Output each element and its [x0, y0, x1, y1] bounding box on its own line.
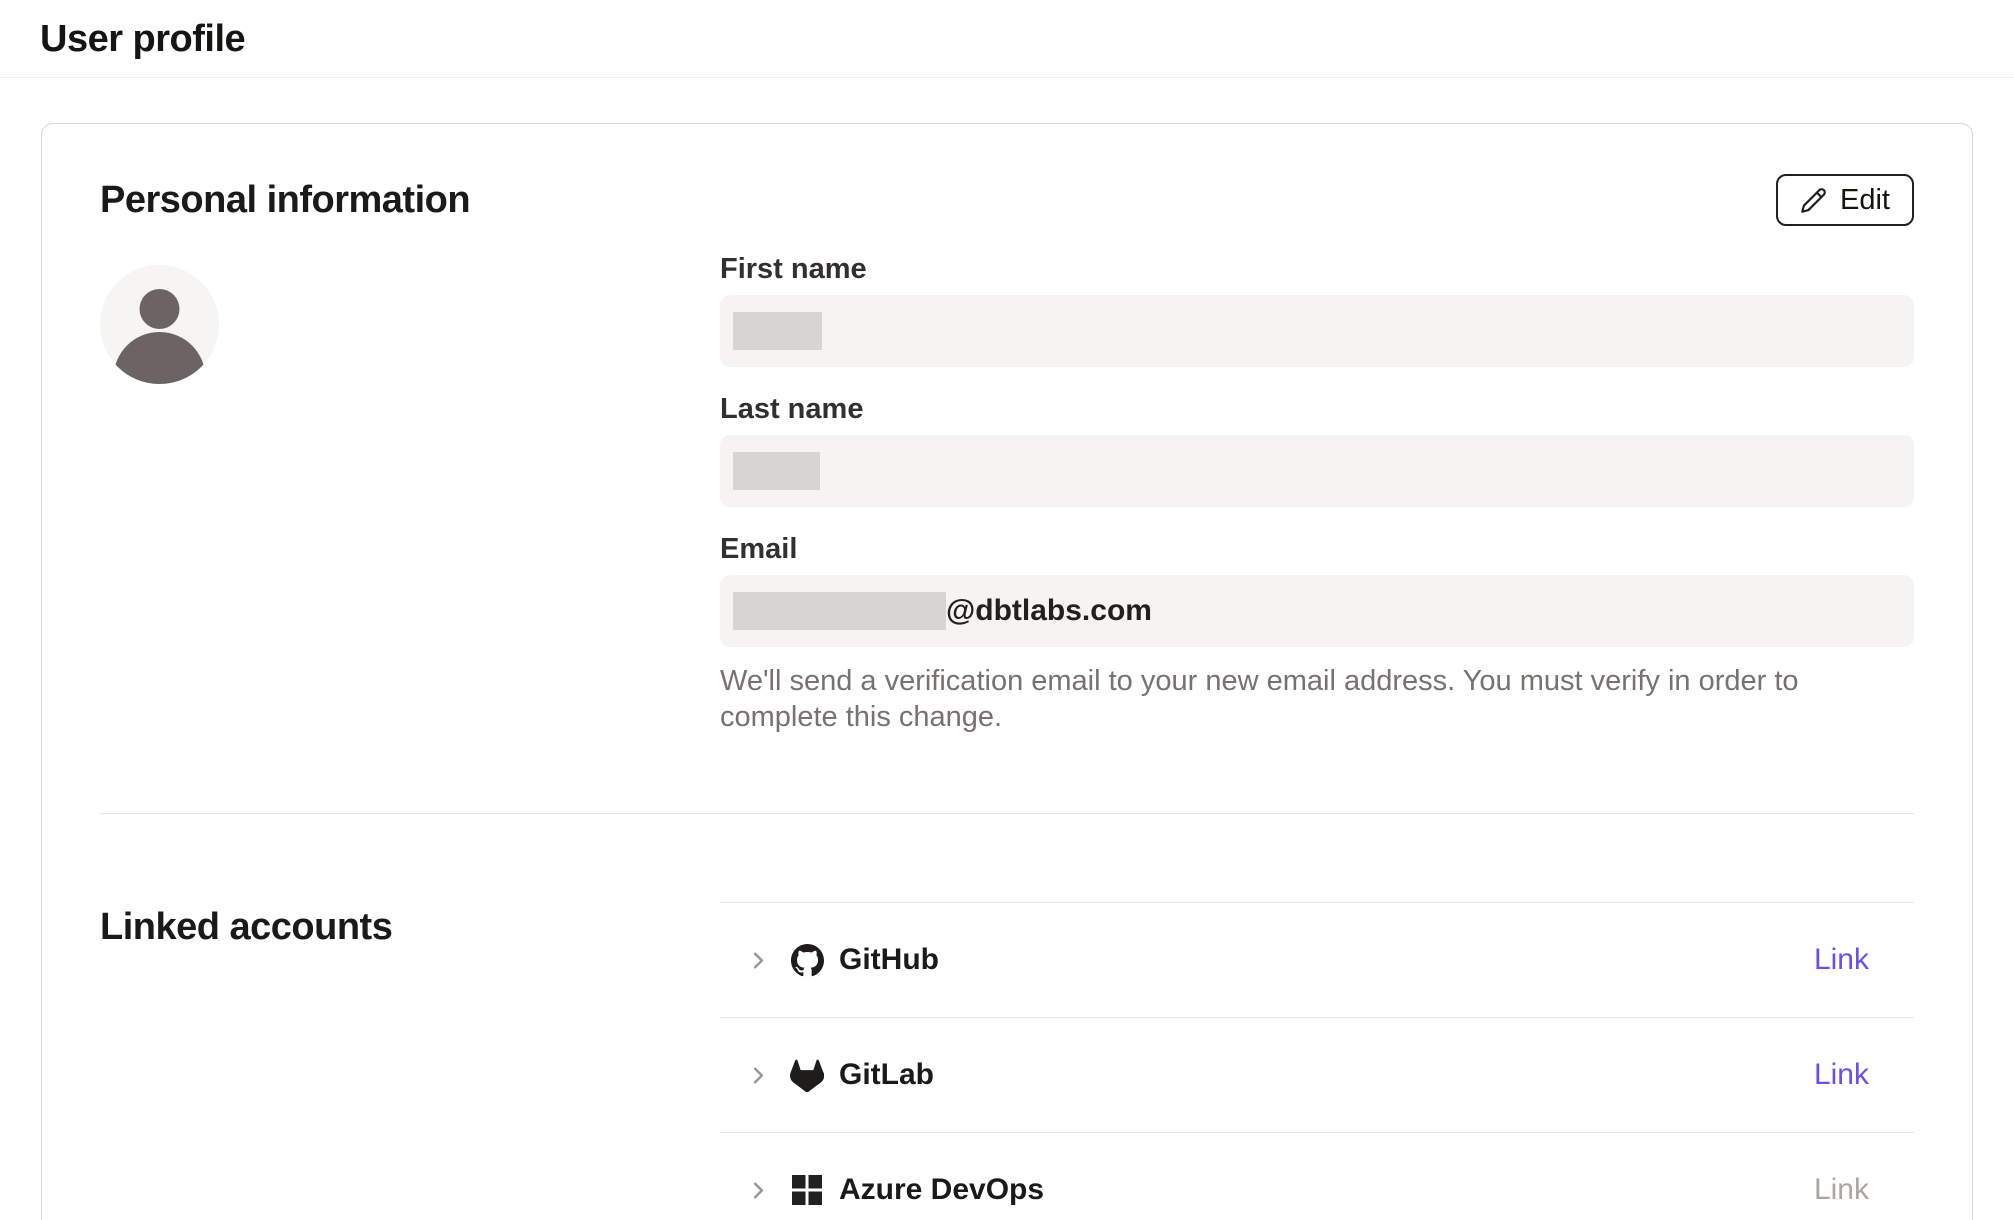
personal-info-body: First name Last name Email @dbtlabs.com … [100, 253, 1914, 735]
email-group: Email @dbtlabs.com We'll send a verifica… [720, 533, 1914, 735]
email-domain-suffix: @dbtlabs.com [946, 594, 1152, 628]
personal-info-header: Personal information Edit [100, 174, 1914, 226]
last-name-group: Last name [720, 393, 1914, 507]
section-divider [100, 813, 1914, 814]
page-header: User profile [0, 0, 2014, 78]
linked-accounts-list: GitHub Link GitLab Link [720, 902, 1914, 1220]
email-redacted-value [733, 592, 946, 630]
page-title: User profile [40, 15, 1974, 63]
azure-devops-icon [790, 1173, 824, 1207]
personal-info-heading: Personal information [100, 179, 470, 222]
chevron-right-icon[interactable] [745, 1062, 772, 1089]
chevron-right-icon[interactable] [745, 947, 772, 974]
first-name-group: First name [720, 253, 1914, 367]
github-icon [790, 943, 824, 977]
account-name: GitLab [839, 1058, 934, 1092]
first-name-redacted-value [733, 312, 822, 350]
gitlab-link-action[interactable]: Link [1814, 1058, 1869, 1092]
email-input[interactable]: @dbtlabs.com [720, 575, 1914, 647]
account-name: Azure DevOps [839, 1173, 1044, 1207]
personal-info-form: First name Last name Email @dbtlabs.com … [720, 253, 1914, 735]
azure-devops-link-action: Link [1814, 1173, 1869, 1207]
account-row-gitlab: GitLab Link [720, 1018, 1914, 1133]
profile-card: Personal information Edit [41, 123, 1973, 1220]
account-row-github: GitHub Link [720, 903, 1914, 1018]
last-name-redacted-value [733, 452, 820, 490]
edit-button[interactable]: Edit [1776, 174, 1914, 226]
linked-accounts-heading: Linked accounts [100, 906, 720, 949]
github-link-action[interactable]: Link [1814, 943, 1869, 977]
last-name-input[interactable] [720, 435, 1914, 507]
linked-accounts-section: Linked accounts GitHub Link [100, 902, 1914, 1220]
last-name-label: Last name [720, 393, 1914, 426]
first-name-label: First name [720, 253, 1914, 286]
avatar-column [100, 253, 720, 735]
chevron-right-icon[interactable] [745, 1177, 772, 1204]
avatar [100, 265, 219, 384]
first-name-input[interactable] [720, 295, 1914, 367]
email-helper-text: We'll send a verification email to your … [720, 663, 1914, 735]
account-row-azure-devops: Azure DevOps Link [720, 1133, 1914, 1220]
edit-button-label: Edit [1840, 184, 1890, 217]
gitlab-icon [790, 1058, 824, 1092]
email-label: Email [720, 533, 1914, 566]
account-name: GitHub [839, 943, 939, 977]
pencil-icon [1800, 187, 1827, 214]
linked-accounts-heading-column: Linked accounts [100, 902, 720, 1220]
